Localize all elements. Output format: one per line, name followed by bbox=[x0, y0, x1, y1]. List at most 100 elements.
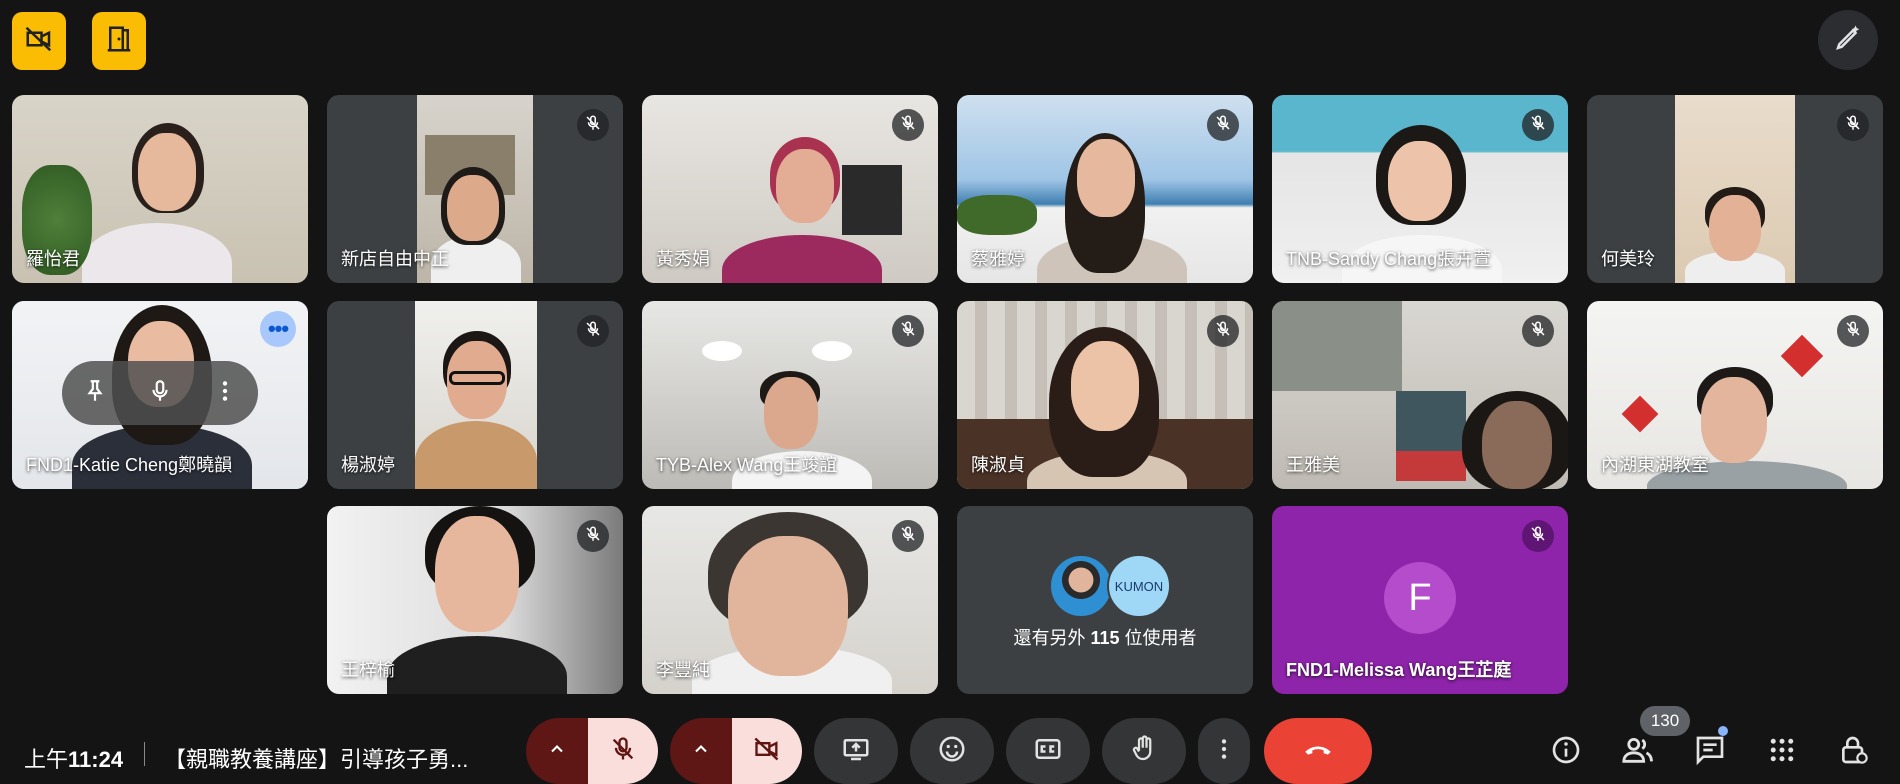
mic-off-indicator bbox=[577, 520, 609, 552]
participant-name: 王雅美 bbox=[1286, 455, 1340, 475]
more-vert-icon bbox=[1211, 736, 1237, 767]
mic-off-indicator bbox=[1837, 315, 1869, 347]
camera-off-icon bbox=[753, 735, 781, 768]
chat-button[interactable] bbox=[1690, 732, 1730, 772]
meeting-title: 【親職教養講座】引導孩子勇... bbox=[164, 747, 469, 772]
more-options-button[interactable] bbox=[1198, 718, 1250, 784]
participant-tile[interactable]: 內湖東湖教室 bbox=[1587, 301, 1883, 489]
mic-off-indicator bbox=[892, 315, 924, 347]
participant-name: 楊淑婷 bbox=[341, 455, 395, 475]
participant-name: FND1-Melissa Wang王芷庭 bbox=[1286, 660, 1512, 680]
participant-tile[interactable]: TNB-Sandy Chang張卉萱 bbox=[1272, 95, 1568, 283]
participant-name: 新店自由中正 bbox=[341, 249, 449, 269]
chat-notification-dot bbox=[1718, 726, 1728, 736]
mic-off-indicator bbox=[1207, 109, 1239, 141]
others-avatars: KUMON bbox=[1049, 554, 1171, 618]
breakout-rooms-button[interactable] bbox=[92, 12, 146, 70]
participant-name: 陳淑貞 bbox=[971, 455, 1025, 475]
present-button[interactable] bbox=[814, 718, 898, 784]
participant-name: 蔡雅婷 bbox=[971, 249, 1025, 269]
leave-call-button[interactable] bbox=[1264, 718, 1372, 784]
participant-tile[interactable]: 何美玲 bbox=[1587, 95, 1883, 283]
participant-name: 黃秀娟 bbox=[656, 249, 710, 269]
raise-hand-button[interactable] bbox=[1102, 718, 1186, 784]
mic-off-icon bbox=[584, 114, 602, 137]
pencil-sparkle-icon bbox=[1833, 23, 1863, 58]
audio-options-button[interactable] bbox=[526, 718, 588, 784]
mic-off-icon bbox=[609, 735, 637, 768]
people-button[interactable] bbox=[1618, 732, 1658, 772]
more-vert-icon[interactable] bbox=[212, 378, 238, 409]
participant-tile[interactable]: 王雅美 bbox=[1272, 301, 1568, 489]
participant-tile[interactable]: 陳淑貞 bbox=[957, 301, 1253, 489]
avatar bbox=[1049, 554, 1113, 618]
present-icon bbox=[841, 734, 871, 769]
toggle-camera-button[interactable] bbox=[732, 718, 802, 784]
emoji-icon bbox=[937, 734, 967, 769]
divider bbox=[144, 742, 145, 766]
mic-off-icon bbox=[584, 320, 602, 343]
others-tile[interactable]: KUMON 還有另外 115 位使用者 bbox=[957, 506, 1253, 694]
participant-tile[interactable]: 王梓榆 bbox=[327, 506, 623, 694]
participant-name: 李豐純 bbox=[656, 660, 710, 680]
more-options-button[interactable]: ••• bbox=[260, 311, 296, 347]
reactions-button[interactable] bbox=[910, 718, 994, 784]
mic-off-icon bbox=[899, 114, 917, 137]
edit-button[interactable] bbox=[1818, 10, 1878, 70]
participant-tile-active[interactable]: ••• FND1-Katie Cheng鄭曉韻 bbox=[12, 301, 308, 489]
captions-icon bbox=[1033, 734, 1063, 769]
mic-off-icon bbox=[584, 525, 602, 548]
door-icon bbox=[104, 24, 134, 59]
participant-name: FND1-Katie Cheng鄭曉韻 bbox=[26, 455, 233, 475]
mic-off-icon bbox=[1844, 320, 1862, 343]
hang-up-icon bbox=[1301, 732, 1335, 771]
people-icon bbox=[1621, 733, 1655, 772]
participant-tile[interactable]: 李豐純 bbox=[642, 506, 938, 694]
toggle-mic-button[interactable] bbox=[588, 718, 658, 784]
meeting-details-button[interactable] bbox=[1546, 732, 1586, 772]
chevron-up-icon bbox=[691, 739, 711, 764]
mic-off-icon bbox=[1844, 114, 1862, 137]
mic-off-indicator bbox=[892, 520, 924, 552]
participant-tile[interactable]: F FND1-Melissa Wang王芷庭 bbox=[1272, 506, 1568, 694]
mic-off-icon bbox=[1214, 320, 1232, 343]
participant-tile[interactable]: 蔡雅婷 bbox=[957, 95, 1253, 283]
participant-name: TNB-Sandy Chang張卉萱 bbox=[1286, 249, 1492, 269]
mic-off-indicator bbox=[1522, 520, 1554, 552]
participant-tile[interactable]: TYB-Alex Wang王竣誼 bbox=[642, 301, 938, 489]
info-icon bbox=[1550, 734, 1582, 771]
kumon-avatar: KUMON bbox=[1107, 554, 1171, 618]
others-count-label: 還有另外 115 位使用者 bbox=[1013, 628, 1197, 648]
mic-off-indicator bbox=[1522, 109, 1554, 141]
mic-off-indicator bbox=[577, 315, 609, 347]
apps-icon bbox=[1767, 735, 1797, 770]
captions-button[interactable] bbox=[1006, 718, 1090, 784]
host-controls-button[interactable] bbox=[1834, 732, 1874, 772]
tile-hover-controls bbox=[62, 361, 258, 425]
participant-name: TYB-Alex Wang王竣誼 bbox=[656, 455, 838, 475]
mic-off-icon bbox=[1529, 114, 1547, 137]
mic-off-indicator bbox=[892, 109, 924, 141]
host-controls-icon bbox=[1838, 734, 1870, 771]
activities-button[interactable] bbox=[1762, 732, 1802, 772]
mic-off-indicator bbox=[1837, 109, 1869, 141]
participant-name: 內湖東湖教室 bbox=[1601, 455, 1709, 475]
mic-off-icon bbox=[1529, 320, 1547, 343]
mic-off-icon bbox=[1214, 114, 1232, 137]
pin-icon[interactable] bbox=[82, 378, 108, 409]
video-off-icon bbox=[24, 24, 54, 59]
participant-name: 何美玲 bbox=[1601, 249, 1655, 269]
mic-off-icon bbox=[899, 525, 917, 548]
mic-off-indicator bbox=[1522, 315, 1554, 347]
mic-off-indicator bbox=[577, 109, 609, 141]
chat-icon bbox=[1694, 734, 1726, 771]
participant-tile[interactable]: 羅怡君 bbox=[12, 95, 308, 283]
mic-off-indicator bbox=[1207, 315, 1239, 347]
participant-tile[interactable]: 新店自由中正 bbox=[327, 95, 623, 283]
video-options-button[interactable] bbox=[670, 718, 732, 784]
participant-tile[interactable]: 黃秀娟 bbox=[642, 95, 938, 283]
chevron-up-icon bbox=[547, 739, 567, 764]
visual-effects-off-button[interactable] bbox=[12, 12, 66, 70]
mic-icon[interactable] bbox=[147, 378, 173, 409]
participant-tile[interactable]: 楊淑婷 bbox=[327, 301, 623, 489]
